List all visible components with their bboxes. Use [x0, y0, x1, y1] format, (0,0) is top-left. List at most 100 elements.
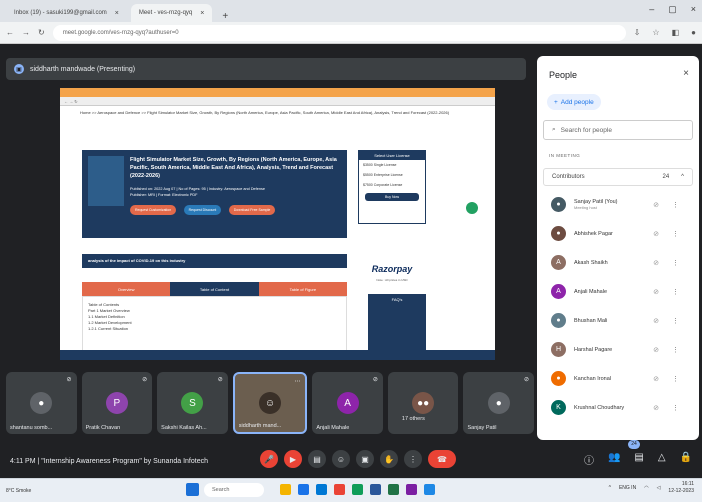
participant-name: Anjali Mahale: [316, 425, 350, 431]
request-discount-button: Request Discount: [183, 205, 222, 215]
list-item[interactable]: H Harshal Pagare ⊘ ⋮: [543, 335, 693, 364]
contributors-section[interactable]: Contributors 24 ^: [543, 168, 693, 186]
clock[interactable]: 16:11 12-12-2023: [668, 481, 694, 495]
wifi-icon[interactable]: ◠: [644, 485, 648, 491]
list-item[interactable]: ● Sanjay Patil (You) Meeting host ⊘ ⋮: [543, 190, 693, 219]
emoji-button[interactable]: ☺: [332, 450, 350, 468]
minimize-icon[interactable]: –: [649, 4, 654, 15]
more-options-icon[interactable]: ⋮: [672, 288, 679, 296]
others-tile[interactable]: ●● 17 others: [387, 372, 459, 434]
app-icon[interactable]: [424, 484, 435, 495]
participant-tile[interactable]: ⊘ P Pratik Chavan: [81, 372, 153, 434]
tab-gmail[interactable]: Inbox (19) - sasuki199@gmail.com ×: [6, 4, 127, 22]
add-people-label: Add people: [560, 98, 594, 106]
forward-icon[interactable]: →: [22, 28, 30, 37]
close-window-icon[interactable]: ×: [691, 4, 696, 15]
chat-icon[interactable]: ▤: [634, 452, 643, 467]
app-icon[interactable]: [316, 484, 327, 495]
chevron-up-icon[interactable]: ^: [609, 485, 611, 491]
more-options-icon[interactable]: ⋮: [672, 259, 679, 267]
buy-now-button: Buy Now: [365, 193, 419, 201]
covid-banner: analysis of the impact of COVID-19 on th…: [82, 254, 347, 268]
more-options-icon[interactable]: ⋯: [294, 378, 300, 385]
shared-browser-tabs: [60, 88, 495, 97]
app-icon[interactable]: [298, 484, 309, 495]
taskbar-search[interactable]: Search: [204, 483, 264, 497]
close-icon[interactable]: ×: [115, 10, 119, 17]
word-icon[interactable]: [370, 484, 381, 495]
download-icon[interactable]: ⇩: [634, 28, 641, 37]
avatar: A: [336, 392, 359, 414]
list-item[interactable]: A Anjali Mahale ⊘ ⋮: [543, 277, 693, 306]
tab-table-of-figure: Table of Figure: [258, 282, 347, 296]
windows-start-icon[interactable]: [186, 483, 199, 496]
more-options-icon[interactable]: ⋮: [672, 346, 679, 354]
people-icon[interactable]: 👥: [608, 452, 620, 467]
app-icon[interactable]: [280, 484, 291, 495]
leave-call-button[interactable]: ☎: [428, 450, 456, 468]
volume-icon[interactable]: ◁: [657, 485, 661, 491]
star-icon[interactable]: ☆: [652, 28, 659, 37]
participant-tile-active[interactable]: ⋯ ☺ siddharth mand...: [232, 372, 308, 434]
faq-box: FAQ's: [368, 294, 426, 354]
host-controls-icon[interactable]: 🔒: [680, 452, 692, 467]
app-icon[interactable]: [352, 484, 363, 495]
more-options-icon[interactable]: ⋮: [672, 317, 679, 325]
list-item[interactable]: ● Kanchan Ironal ⊘ ⋮: [543, 364, 693, 393]
person-name: Akash Shaikh: [574, 259, 608, 266]
more-options-button[interactable]: ⋮: [404, 450, 422, 468]
url-field[interactable]: meet.google.com/ves-rnzg-qyq?authuser=0: [52, 24, 626, 41]
mic-off-icon: ⊘: [653, 317, 659, 325]
mic-off-icon: ⊘: [653, 375, 659, 383]
leaf-icon[interactable]: [466, 202, 478, 214]
search-people-input[interactable]: ⌕ Search for people: [543, 120, 693, 140]
mic-toggle-button[interactable]: 🎤: [260, 450, 278, 468]
list-item[interactable]: K Krushnal Choudhary ⊘ ⋮: [543, 393, 693, 422]
report-header: Flight Simulator Market Size, Growth, By…: [82, 150, 347, 238]
add-people-button[interactable]: + Add people: [547, 94, 601, 110]
list-item[interactable]: ● Abhishek Pagar ⊘ ⋮: [543, 219, 693, 248]
shared-address-bar: ← → ↻: [60, 97, 495, 106]
back-icon[interactable]: ←: [6, 28, 14, 37]
raise-hand-button[interactable]: ✋: [380, 450, 398, 468]
chrome-icon[interactable]: [334, 484, 345, 495]
activities-icon[interactable]: △: [658, 452, 666, 467]
clock-date: 12-12-2023: [668, 488, 694, 494]
close-icon[interactable]: ×: [683, 68, 689, 79]
license-option: $3500 Single License: [363, 163, 397, 167]
profile-icon[interactable]: ●: [691, 28, 696, 37]
close-icon[interactable]: ×: [200, 10, 204, 17]
extensions-icon[interactable]: ◧: [672, 28, 680, 37]
app-icon[interactable]: [406, 484, 417, 495]
person-name: Anjali Mahale: [574, 288, 608, 295]
taskbar-apps: [280, 484, 435, 495]
more-options-icon[interactable]: ⋮: [672, 201, 679, 209]
excel-icon[interactable]: [388, 484, 399, 495]
shared-taskbar: [60, 350, 495, 360]
more-options-icon[interactable]: ⋮: [672, 375, 679, 383]
participant-tile[interactable]: ⊘ ● shantanu somb...: [6, 372, 77, 434]
report-meta-line2: Publisher: MRI | Format: Electronic PDF: [130, 193, 198, 197]
new-tab-icon[interactable]: +: [216, 11, 234, 22]
lang-indicator[interactable]: ENG IN: [619, 485, 636, 491]
mic-off-icon: ⊘: [66, 377, 72, 383]
weather-widget[interactable]: 8°C Smoke: [6, 488, 46, 494]
list-item[interactable]: ● Bhushan Mali ⊘ ⋮: [543, 306, 693, 335]
more-options-icon[interactable]: ⋮: [672, 230, 679, 238]
participant-tile[interactable]: ⊘ S Sakshi Kailas Ah...: [157, 372, 228, 434]
participant-tile[interactable]: ⊘ ● Sanjay Patil: [463, 372, 535, 434]
presenting-bar: ▣ siddharth mandwade (Presenting): [6, 58, 526, 80]
present-button[interactable]: ▣: [356, 450, 374, 468]
captions-button[interactable]: ▤: [308, 450, 326, 468]
reload-icon[interactable]: ↻: [38, 28, 45, 37]
maximize-icon[interactable]: ▢: [668, 4, 677, 15]
system-tray: ^ ENG IN ◠ ◁ 16:11 12-12-2023: [609, 481, 694, 495]
list-item[interactable]: A Akash Shaikh ⊘ ⋮: [543, 248, 693, 277]
request-customization-button: Request Customization: [130, 205, 177, 215]
license-heading: Select User License: [359, 151, 425, 160]
camera-toggle-button[interactable]: ▶: [284, 450, 302, 468]
more-options-icon[interactable]: ⋮: [672, 404, 679, 412]
participant-tile[interactable]: ⊘ A Anjali Mahale: [312, 372, 383, 434]
info-icon[interactable]: ⓘ: [584, 452, 594, 467]
tab-meet[interactable]: Meet - ves-rnzg-qyq ×: [130, 4, 213, 22]
